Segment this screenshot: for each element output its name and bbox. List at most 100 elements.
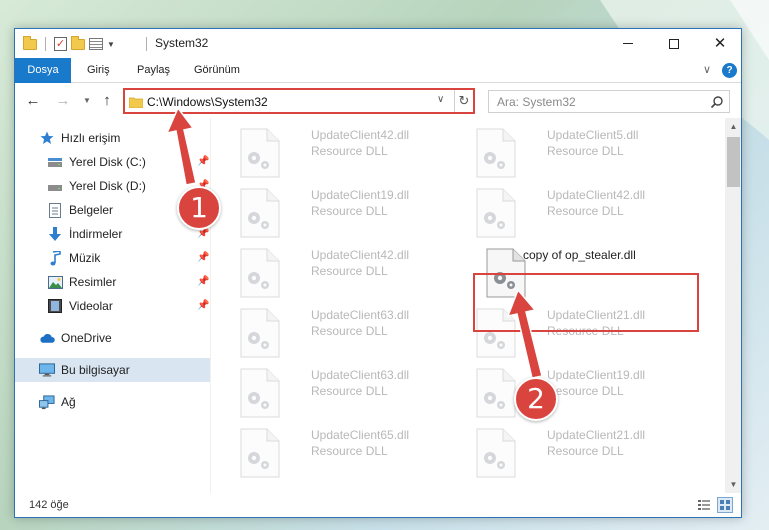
sidebar-item-label: Resimler — [69, 275, 117, 289]
maximize-button[interactable] — [651, 29, 697, 58]
file-item[interactable]: UpdateClient63.dll Resource DLL — [237, 302, 457, 358]
forward-button[interactable]: → — [53, 91, 73, 111]
toolbar-divider — [45, 37, 46, 51]
file-type: Resource DLL — [311, 204, 388, 218]
file-name: UpdateClient42.dll — [547, 188, 646, 202]
dll-file-icon — [473, 428, 519, 478]
file-name: UpdateClient42.dll — [311, 248, 410, 262]
tab-view[interactable]: Görünüm — [194, 58, 240, 83]
vertical-scrollbar[interactable]: ▲ ▼ — [725, 118, 741, 493]
dll-file-icon — [473, 368, 519, 418]
minimize-button[interactable] — [605, 29, 651, 58]
file-item[interactable]: UpdateClient19.dll Resource DLL — [473, 362, 693, 418]
file-item[interactable]: UpdateClient42.dll Resource DLL — [237, 122, 457, 178]
dll-file-icon — [237, 308, 283, 358]
sidebar-item-label: Ağ — [61, 395, 76, 409]
drive-icon — [47, 154, 63, 170]
file-name: copy of op_stealer.dll — [523, 248, 636, 262]
address-bar[interactable]: C:\Windows\System32 ∨ ↻ — [123, 88, 475, 114]
address-dropdown-chevron-icon[interactable]: ∨ — [437, 94, 444, 105]
file-type: Resource DLL — [547, 144, 624, 158]
file-item[interactable]: UpdateClient21.dll Resource DLL — [473, 422, 693, 478]
recent-locations-chevron-icon[interactable]: ▼ — [77, 91, 97, 111]
sidebar-item-pictures[interactable]: Resimler 📌 — [15, 270, 210, 294]
file-type: Resource DLL — [547, 204, 624, 218]
file-type: Resource DLL — [311, 324, 388, 338]
help-icon[interactable]: ? — [722, 63, 737, 78]
dll-file-icon — [473, 128, 519, 178]
file-name: UpdateClient19.dll — [311, 188, 410, 202]
new-folder-icon[interactable] — [71, 35, 85, 50]
tab-file[interactable]: Dosya — [15, 58, 71, 83]
expand-ribbon-chevron-icon[interactable]: ∨ — [703, 63, 711, 76]
tab-share[interactable]: Paylaş — [137, 58, 170, 83]
file-item[interactable]: UpdateClient65.dll Resource DLL — [237, 422, 457, 478]
sidebar-item-label: Yerel Disk (D:) — [69, 179, 146, 193]
pin-icon: 📌 — [197, 300, 210, 311]
refresh-icon[interactable]: ↻ — [454, 90, 473, 112]
pin-icon: 📌 — [197, 252, 210, 263]
file-type: Resource DLL — [547, 384, 624, 398]
file-name: UpdateClient63.dll — [311, 308, 410, 322]
sidebar-item-label: Yerel Disk (C:) — [69, 155, 146, 169]
search-icon[interactable] — [710, 95, 724, 109]
sidebar-item-music[interactable]: Müzik 📌 — [15, 246, 210, 270]
file-name: UpdateClient5.dll — [547, 128, 639, 142]
sidebar-item-this-pc[interactable]: Bu bilgisayar — [15, 358, 210, 382]
explorer-window: ✓ ▼ System32 ✕ Dosya Giriş Paylaş Görünü… — [14, 28, 742, 518]
file-item[interactable]: UpdateClient42.dll Resource DLL — [237, 242, 457, 298]
title-bar: ✓ ▼ System32 ✕ — [15, 29, 741, 58]
search-input[interactable] — [489, 91, 704, 112]
music-icon — [47, 250, 63, 266]
highlight-box — [473, 273, 699, 332]
dll-file-icon — [237, 248, 283, 298]
scroll-down-arrow-icon[interactable]: ▼ — [725, 476, 741, 493]
file-item[interactable]: UpdateClient19.dll Resource DLL — [237, 182, 457, 238]
details-view-icon[interactable] — [697, 498, 711, 512]
properties-check-icon[interactable]: ✓ — [54, 37, 67, 51]
file-item[interactable]: UpdateClient5.dll Resource DLL — [473, 122, 693, 178]
file-item[interactable]: UpdateClient42.dll Resource DLL — [473, 182, 693, 238]
sidebar-item-downloads[interactable]: İndirmeler 📌 — [15, 222, 210, 246]
file-name: UpdateClient63.dll — [311, 368, 410, 382]
properties-list-icon[interactable] — [89, 38, 103, 50]
back-button[interactable]: ← — [23, 91, 43, 111]
customize-toolbar-caret-icon[interactable]: ▼ — [107, 40, 115, 49]
sidebar-item-onedrive[interactable]: OneDrive — [15, 326, 210, 350]
close-button[interactable]: ✕ — [697, 29, 741, 58]
sidebar-item-quick-access[interactable]: Hızlı erişim — [15, 126, 210, 150]
navigation-bar: ← → ▼ ↑ C:\Windows\System32 ∨ ↻ — [15, 84, 741, 118]
tiles-view-icon[interactable] — [717, 497, 733, 513]
cloud-icon — [39, 330, 55, 346]
sidebar-item-videos[interactable]: Videolar 📌 — [15, 294, 210, 318]
scrollbar-thumb[interactable] — [727, 137, 740, 187]
file-type: Resource DLL — [311, 444, 388, 458]
dll-file-icon — [237, 428, 283, 478]
file-name: UpdateClient19.dll — [547, 368, 646, 382]
tab-home[interactable]: Giriş — [87, 58, 110, 83]
item-count: 142 öğe — [29, 499, 69, 511]
documents-icon — [47, 202, 63, 218]
callout-1: 1 — [177, 186, 221, 230]
dll-file-icon — [473, 188, 519, 238]
sidebar-item-label: Belgeler — [69, 203, 114, 217]
file-type: Resource DLL — [311, 384, 388, 398]
sidebar-item-label: Bu bilgisayar — [61, 363, 130, 377]
sidebar-item-local-disk-c[interactable]: Yerel Disk (C:) 📌 — [15, 150, 210, 174]
sidebar-item-label: OneDrive — [61, 331, 112, 345]
up-button[interactable]: ↑ — [97, 91, 117, 111]
download-icon — [47, 226, 63, 242]
scroll-up-arrow-icon[interactable]: ▲ — [725, 118, 741, 135]
file-type: Resource DLL — [311, 144, 388, 158]
sidebar-item-label: Videolar — [69, 299, 113, 313]
title-divider — [146, 37, 147, 51]
ribbon-tabs: Dosya Giriş Paylaş Görünüm ∨ ? — [15, 58, 741, 83]
dll-file-icon — [237, 188, 283, 238]
file-item[interactable]: UpdateClient63.dll Resource DLL — [237, 362, 457, 418]
file-name: UpdateClient21.dll — [547, 428, 646, 442]
folder-icon — [128, 96, 144, 111]
dll-file-icon — [237, 368, 283, 418]
address-path[interactable]: C:\Windows\System32 — [147, 95, 268, 109]
search-box[interactable] — [488, 90, 730, 113]
sidebar-item-network[interactable]: Ağ — [15, 390, 210, 414]
